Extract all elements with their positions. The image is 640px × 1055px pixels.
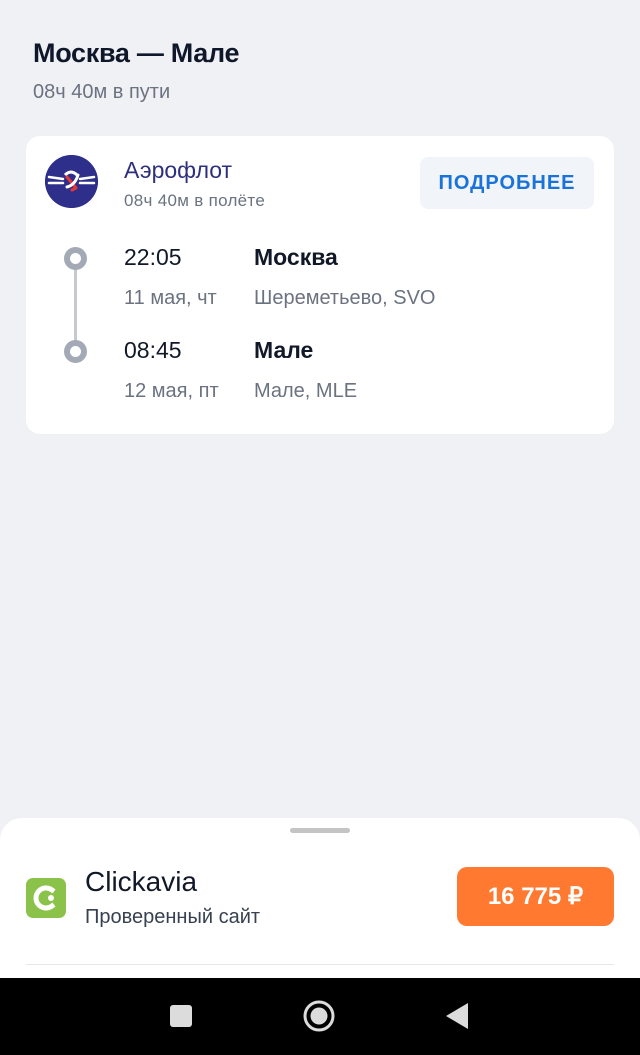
- agency-subtitle: Проверенный сайт: [85, 906, 261, 928]
- arrival-city: Мале: [254, 337, 314, 363]
- price-button[interactable]: 16 775 ₽: [457, 867, 614, 926]
- offer-sheet: Clickavia Проверенный сайт 16 775 ₽: [0, 818, 640, 978]
- details-button[interactable]: ПОДРОБНЕЕ: [420, 157, 594, 209]
- arrival-airport: Мале, MLE: [254, 380, 358, 402]
- recent-apps-icon[interactable]: [163, 998, 199, 1034]
- agency-name: Clickavia: [85, 866, 198, 897]
- divider: [26, 964, 614, 965]
- flight-duration: 08ч 40м в полёте: [124, 191, 266, 210]
- departure-airport: Шереметьево, SVO: [254, 287, 436, 309]
- departure-dot-icon: [64, 247, 87, 270]
- route-duration: 08ч 40м в пути: [33, 81, 171, 103]
- route-header: Москва — Мале 08ч 40м в пути: [33, 38, 239, 104]
- airline-name: Аэрофлот: [124, 157, 233, 183]
- departure-time: 22:05: [124, 244, 182, 270]
- system-nav-bar: [0, 978, 640, 1055]
- drag-handle[interactable]: [290, 828, 350, 833]
- arrival-dot-icon: [64, 340, 87, 363]
- agency-logo-icon: [26, 878, 66, 918]
- arrival-date: 12 мая, пт: [124, 380, 219, 402]
- flight-card: Аэрофлот 08ч 40м в полёте ПОДРОБНЕЕ 22:0…: [26, 136, 614, 434]
- arrival-time: 08:45: [124, 337, 182, 363]
- departure-date: 11 мая, чт: [124, 287, 217, 309]
- departure-city: Москва: [254, 244, 338, 270]
- route-title: Москва — Мале: [33, 38, 240, 68]
- airline-logo-icon: [45, 155, 98, 208]
- home-icon[interactable]: [301, 998, 337, 1034]
- back-icon[interactable]: [439, 998, 475, 1034]
